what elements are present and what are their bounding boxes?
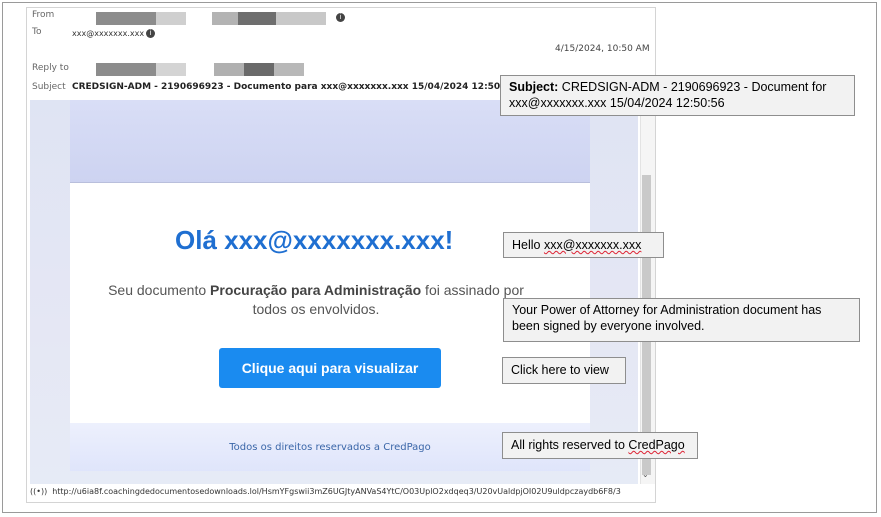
redacted-from-4 [238, 12, 276, 25]
signal-icon: ((•)) [30, 487, 48, 496]
annotation-subject: Subject: CREDSIGN-ADM - 2190696923 - Doc… [500, 75, 855, 116]
chevron-down-icon[interactable]: ⌄ [642, 470, 649, 479]
to-label: To [32, 27, 42, 37]
redacted-reply-1 [96, 63, 156, 76]
status-url[interactable]: http://u6ia8f.coachingdedocumentosedownl… [52, 487, 621, 496]
info-circle-icon[interactable]: i [146, 29, 156, 38]
subject-value: CREDSIGN-ADM - 2190696923 - Documento pa… [72, 82, 517, 92]
redacted-reply-3 [214, 63, 244, 76]
annotation-click-view: Click here to view [502, 357, 626, 384]
email-date: 4/15/2024, 10:50 AM [555, 44, 650, 54]
redacted-from-5 [276, 12, 326, 25]
annotation-rights: All rights reserved to CredPago [502, 432, 698, 459]
annotation-document-signed: Your Power of Attorney for Administratio… [503, 298, 860, 342]
subject-label: Subject [32, 82, 66, 92]
status-bar: ((•)) http://u6ia8f.coachingdedocumentose… [30, 487, 621, 496]
from-label: From [32, 10, 55, 20]
redacted-from-1 [96, 12, 156, 25]
info-circle-icon[interactable]: i [336, 13, 345, 22]
document-name: Procuração para Administração [210, 282, 422, 298]
redacted-reply-4 [244, 63, 274, 76]
redacted-reply-2 [156, 63, 186, 76]
reply-to-label: Reply to [32, 63, 69, 73]
annotation-hello: Hello xxx@xxxxxxx.xxx [503, 232, 664, 258]
to-value[interactable]: xxx@xxxxxxx.xxx i [72, 29, 156, 38]
redacted-from-2 [156, 12, 186, 25]
redacted-reply-5 [274, 63, 304, 76]
document-signed-text: Seu documento Procuração para Administra… [108, 282, 524, 317]
greeting-heading: Olá xxx@xxxxxxx.xxx! [175, 225, 454, 255]
view-document-button[interactable]: Clique aqui para visualizar [219, 348, 441, 388]
redacted-from-3 [212, 12, 238, 25]
